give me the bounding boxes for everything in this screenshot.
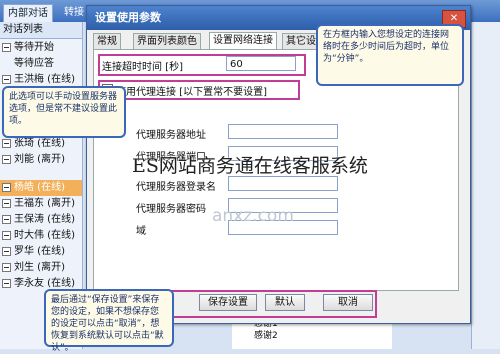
collapse-icon[interactable]	[2, 198, 11, 208]
collapse-icon[interactable]	[2, 278, 11, 288]
tree-item[interactable]: 王福东 (离开)	[0, 196, 82, 212]
tree-item[interactable]: 等待应答	[0, 56, 96, 72]
sidebar-title: 对话列表	[0, 22, 82, 39]
right-panel-strip	[471, 22, 500, 349]
tab-network[interactable]: 设置网络连接	[209, 32, 277, 50]
save-button[interactable]: 保存设置	[199, 294, 257, 311]
proxy-field-label: 代理服务器密码	[136, 204, 206, 215]
tab-transfer[interactable]: 转接	[60, 4, 88, 22]
tab-list-colors[interactable]: 界面列表颜色	[133, 33, 201, 49]
tab-general[interactable]: 常规	[93, 33, 121, 49]
timeout-input[interactable]: 60	[226, 56, 296, 71]
list-item[interactable]: 感谢2	[232, 330, 392, 342]
tree-item[interactable]: 王保涛 (在线)	[0, 212, 82, 228]
collapse-icon[interactable]	[2, 138, 11, 148]
tree-item[interactable]: 罗华 (在线)	[0, 244, 82, 260]
collapse-icon[interactable]	[2, 214, 11, 224]
proxy-address-input[interactable]	[228, 124, 338, 139]
collapse-icon[interactable]	[2, 230, 11, 240]
tree-item[interactable]: 等待开始	[0, 40, 82, 56]
callout-save-hint: 最后通过“保存设置”来保存您的设定，如果不想保存您的设定可以点击“取消”，想恢复…	[44, 289, 174, 353]
collapse-icon[interactable]	[2, 74, 11, 84]
proxy-field-label: 代理服务器登录名	[136, 182, 216, 193]
proxy-field-label: 代理服务器地址	[136, 130, 206, 141]
tab-internal-chat[interactable]: 内部对话	[3, 4, 53, 23]
close-icon: ✕	[449, 13, 459, 24]
timeout-label: 连接超时时间 [秒]	[102, 62, 183, 73]
tree-item[interactable]: 时大伟 (在线)	[0, 228, 82, 244]
proxy-checkbox-label: 使用代理连接 [以下置常不要设置]	[116, 87, 267, 98]
tree-item[interactable]: 张琦 (在线)	[0, 136, 82, 152]
collapse-icon[interactable]	[2, 246, 11, 256]
tree-item[interactable]: 刘生 (离开)	[0, 260, 82, 276]
proxy-field-label: 域	[136, 226, 146, 237]
proxy-login-input[interactable]	[228, 176, 338, 191]
collapse-icon[interactable]	[2, 262, 11, 272]
callout-timeout-hint: 在方框内输入您想设定的连接网络时在多少时间后为超时，单位为“分钟”。	[316, 24, 464, 86]
default-button[interactable]: 默认	[265, 294, 305, 311]
tree-item-selected[interactable]: 杨皓 (在线)	[0, 180, 82, 196]
overlay-title: ES网站商务通在线客服系统	[132, 155, 368, 177]
cancel-button[interactable]: 取消	[323, 294, 373, 311]
collapse-icon[interactable]	[2, 42, 11, 52]
collapse-icon[interactable]	[2, 182, 11, 192]
watermark: anxz.com	[212, 206, 294, 226]
callout-proxy-hint: 此选项可以手动设置服务器选项，但是常不建议设置此项。	[2, 86, 126, 138]
